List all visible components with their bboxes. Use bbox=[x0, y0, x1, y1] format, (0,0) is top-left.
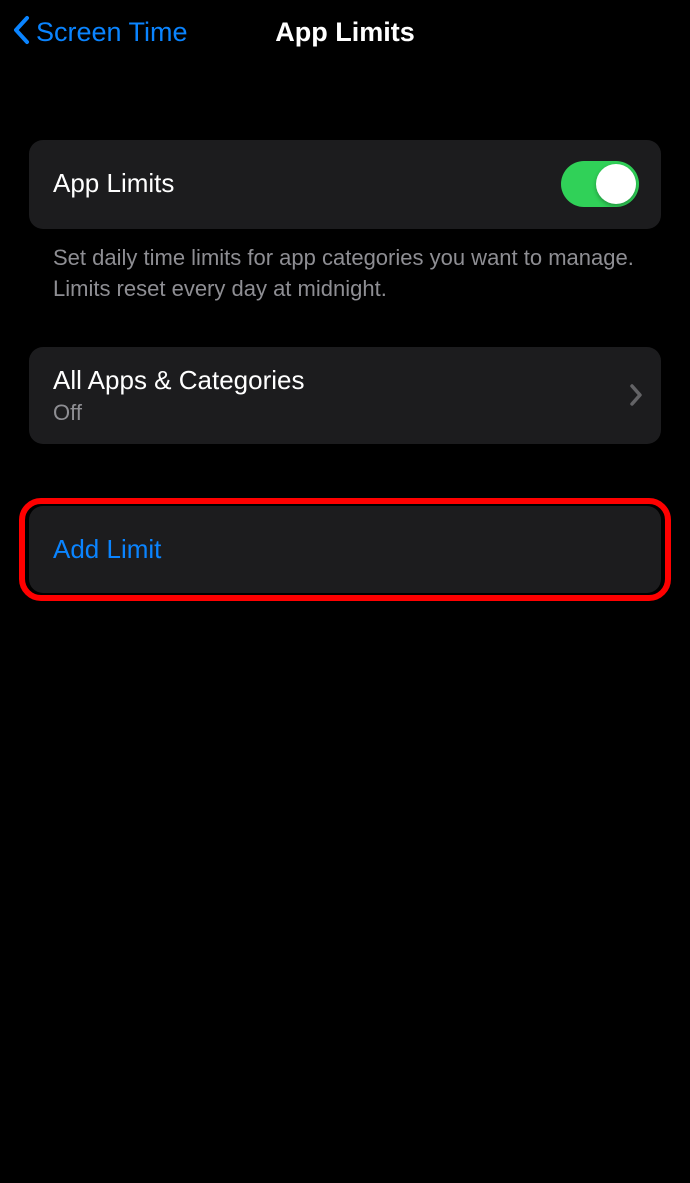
content-area: App Limits Set daily time limits for app… bbox=[0, 62, 690, 593]
app-limits-label: App Limits bbox=[53, 168, 174, 199]
chevron-right-icon bbox=[629, 383, 643, 407]
app-limits-toggle-cell: App Limits bbox=[29, 140, 661, 229]
all-apps-title: All Apps & Categories bbox=[53, 365, 304, 396]
all-apps-status: Off bbox=[53, 400, 304, 426]
add-limit-label: Add Limit bbox=[53, 534, 161, 564]
back-button[interactable]: Screen Time bbox=[12, 15, 188, 49]
add-limit-section: Add Limit bbox=[29, 506, 661, 593]
add-limit-button[interactable]: Add Limit bbox=[29, 506, 661, 593]
navigation-bar: Screen Time App Limits bbox=[0, 0, 690, 62]
page-title: App Limits bbox=[275, 17, 415, 48]
toggle-footer-text: Set daily time limits for app categories… bbox=[29, 229, 661, 305]
all-apps-text-group: All Apps & Categories Off bbox=[53, 365, 304, 426]
toggle-knob bbox=[596, 164, 636, 204]
app-limits-toggle[interactable] bbox=[561, 161, 639, 207]
all-apps-cell[interactable]: All Apps & Categories Off bbox=[29, 347, 661, 444]
back-label: Screen Time bbox=[36, 17, 188, 48]
chevron-left-icon bbox=[12, 15, 32, 49]
